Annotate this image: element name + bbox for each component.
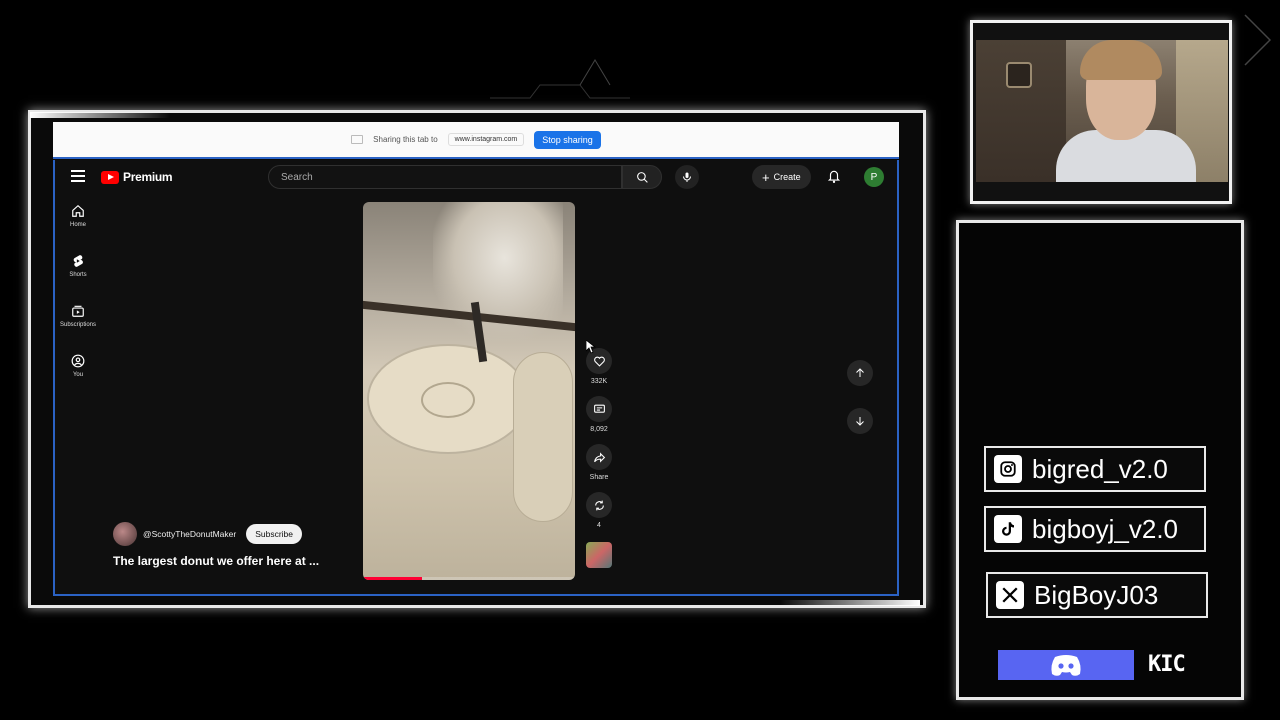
microphone-icon: [683, 172, 691, 182]
short-navigation: [847, 360, 873, 434]
instagram-handle: bigred_v2.0: [984, 446, 1206, 492]
channel-avatar[interactable]: [113, 522, 137, 546]
comment-icon: [593, 404, 605, 413]
account-avatar[interactable]: P: [864, 167, 884, 187]
like-action[interactable]: 332K: [586, 348, 612, 388]
youtube-header: Premium Search + Create P: [55, 160, 897, 196]
share-label: Share: [589, 474, 609, 481]
instagram-icon: [994, 455, 1022, 483]
sidebar-item-home[interactable]: Home: [55, 204, 101, 254]
logo-text: Premium: [123, 170, 173, 184]
x-username: BigBoyJ03: [1034, 579, 1159, 610]
x-handle: BigBoyJ03: [986, 572, 1208, 618]
tab-share-bar: Sharing this tab to www.instagram.com St…: [53, 122, 899, 159]
frame-glow-top: [30, 112, 170, 118]
create-button[interactable]: + Create: [752, 165, 811, 189]
subscribe-button[interactable]: Subscribe: [246, 524, 303, 544]
webcam-feed: [976, 40, 1228, 182]
user-icon: [71, 354, 85, 368]
tiktok-handle: bigboyj_v2.0: [984, 506, 1206, 552]
plus-icon: +: [762, 169, 770, 185]
tiktok-icon: [994, 515, 1022, 543]
background-corner-lines: [1244, 14, 1272, 66]
search-button[interactable]: [622, 165, 662, 189]
video-dough-scrap: [513, 352, 573, 522]
instagram-username: bigred_v2.0: [1032, 453, 1168, 484]
search-input[interactable]: Search: [268, 165, 622, 189]
mouse-cursor-icon: [586, 340, 596, 354]
discord-icon: [1051, 655, 1081, 676]
heart-icon: [593, 356, 605, 367]
tab-icon: [351, 135, 364, 144]
shorts-icon: [73, 255, 83, 267]
voice-search-button[interactable]: [675, 165, 699, 189]
create-label: Create: [773, 172, 801, 182]
remix-icon: [594, 500, 604, 510]
youtube-page: Premium Search + Create P Home Shorts Su…: [53, 160, 899, 596]
comment-count: 8,092: [590, 426, 608, 433]
next-short-button[interactable]: [847, 408, 873, 434]
webcam-clock: [1006, 62, 1032, 88]
share-text: Sharing this tab to: [373, 135, 438, 144]
arrow-up-icon: [856, 368, 864, 377]
short-video-player[interactable]: [363, 202, 575, 580]
sidebar-item-label: Shorts: [69, 272, 87, 278]
remix-action[interactable]: 4: [586, 492, 612, 532]
comment-action[interactable]: 8,092: [586, 396, 612, 436]
video-progress-bar[interactable]: [363, 577, 575, 580]
audio-thumbnail[interactable]: [586, 542, 612, 568]
like-count: 332K: [590, 378, 608, 385]
remix-count: 4: [597, 522, 601, 529]
sidebar-item-you[interactable]: You: [55, 354, 101, 404]
sidebar-item-subscriptions[interactable]: Subscriptions: [55, 304, 101, 354]
stop-sharing-button[interactable]: Stop sharing: [534, 130, 601, 149]
webcam-person-hair: [1080, 40, 1162, 80]
previous-short-button[interactable]: [847, 360, 873, 386]
share-action[interactable]: Share: [586, 444, 612, 484]
background-hex-lines: [490, 59, 630, 99]
notifications-bell-icon[interactable]: [827, 168, 841, 184]
video-progress-fill: [363, 577, 423, 580]
short-caption[interactable]: The largest donut we offer here at ...: [113, 554, 319, 568]
channel-name[interactable]: @ScottyTheDonutMaker: [143, 529, 236, 539]
home-icon: [72, 204, 84, 217]
arrow-down-icon: [856, 417, 864, 426]
youtube-logo[interactable]: Premium: [101, 170, 173, 184]
sidebar-item-label: Subscriptions: [59, 322, 97, 328]
share-url: www.instagram.com: [447, 133, 525, 146]
share-icon: [593, 451, 605, 463]
search-icon: [636, 171, 648, 183]
sidebar-item-label: You: [72, 372, 84, 378]
sidebar-item-label: Home: [69, 222, 86, 228]
discord-badge: [998, 650, 1134, 680]
channel-info: @ScottyTheDonutMaker Subscribe: [113, 522, 303, 546]
short-actions: 332K 8,092 Share 4: [583, 348, 615, 568]
frame-glow-bottom: [780, 600, 920, 606]
side-navigation: Home Shorts Subscriptions You: [55, 204, 101, 404]
tiktok-username: bigboyj_v2.0: [1032, 513, 1178, 544]
video-dough-hole: [421, 382, 475, 418]
x-logo-icon: [996, 581, 1024, 609]
youtube-play-icon: [101, 170, 119, 184]
sidebar-item-shorts[interactable]: Shorts: [55, 254, 101, 304]
kick-logo: KIC: [1148, 652, 1186, 677]
subscriptions-icon: [72, 305, 84, 317]
menu-icon[interactable]: [71, 170, 85, 182]
